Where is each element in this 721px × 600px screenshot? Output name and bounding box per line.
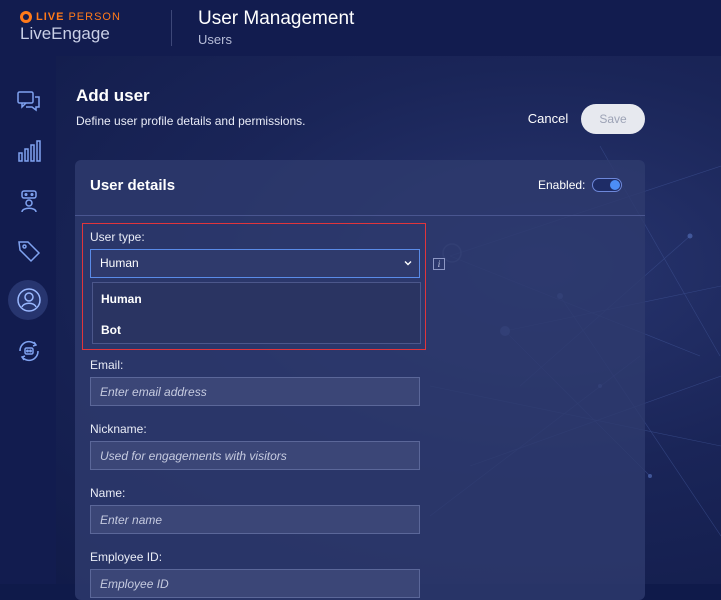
bot-icon: [21, 190, 37, 213]
sidebar-item-analytics[interactable]: [16, 138, 42, 164]
toggle-knob: [610, 180, 620, 190]
nickname-label: Nickname:: [90, 422, 147, 436]
product-name: LiveEngage: [20, 24, 110, 43]
page-description: Define user profile details and permissi…: [76, 114, 306, 128]
dropdown-option-bot[interactable]: Bot: [101, 323, 121, 337]
refresh-bot-icon: [19, 340, 39, 362]
liveperson-logo-icon: [20, 11, 32, 23]
header-subtitle: Users: [198, 32, 232, 47]
brand-name-part2: PERSON: [68, 11, 121, 23]
sidebar-item-users[interactable]: [16, 287, 42, 313]
dropdown-option-human[interactable]: Human: [101, 292, 142, 306]
name-field[interactable]: [90, 505, 420, 534]
user-type-label: User type:: [90, 230, 145, 244]
card-divider: [75, 215, 645, 216]
user-type-selected-value: Human: [100, 256, 139, 270]
chat-bubbles-icon: [17, 91, 40, 112]
employee-id-label: Employee ID:: [90, 550, 163, 564]
chevron-down-icon: [404, 261, 412, 266]
info-icon[interactable]: i: [433, 258, 445, 270]
cancel-button[interactable]: Cancel: [518, 104, 578, 134]
card-title: User details: [90, 177, 176, 194]
sidebar: [0, 56, 56, 584]
sidebar-item-messaging[interactable]: [16, 88, 42, 114]
top-header: LIVE PERSON LiveEngage User Management Us…: [0, 0, 721, 56]
bar-chart-icon: [18, 140, 41, 162]
user-circle-icon: [17, 288, 41, 312]
save-button[interactable]: Save: [581, 104, 645, 134]
user-type-dropdown: Human Bot: [92, 282, 421, 344]
name-label: Name:: [90, 486, 126, 500]
sidebar-item-automation[interactable]: [16, 338, 42, 364]
header-title: User Management: [198, 8, 355, 29]
email-label: Email:: [90, 358, 124, 372]
nickname-field[interactable]: [90, 441, 420, 470]
enabled-label: Enabled:: [538, 178, 586, 192]
sidebar-item-bots[interactable]: [16, 188, 42, 214]
header-divider: [171, 10, 172, 46]
user-type-select[interactable]: Human: [90, 249, 420, 278]
enabled-toggle[interactable]: [592, 178, 622, 192]
sidebar-item-campaigns[interactable]: [16, 238, 42, 264]
brand-name-part1: LIVE: [36, 11, 65, 23]
brand-logo[interactable]: LIVE PERSON LiveEngage: [20, 11, 121, 44]
email-field[interactable]: [90, 377, 420, 406]
page-title: Add user: [76, 86, 150, 105]
tag-icon: [18, 241, 41, 263]
